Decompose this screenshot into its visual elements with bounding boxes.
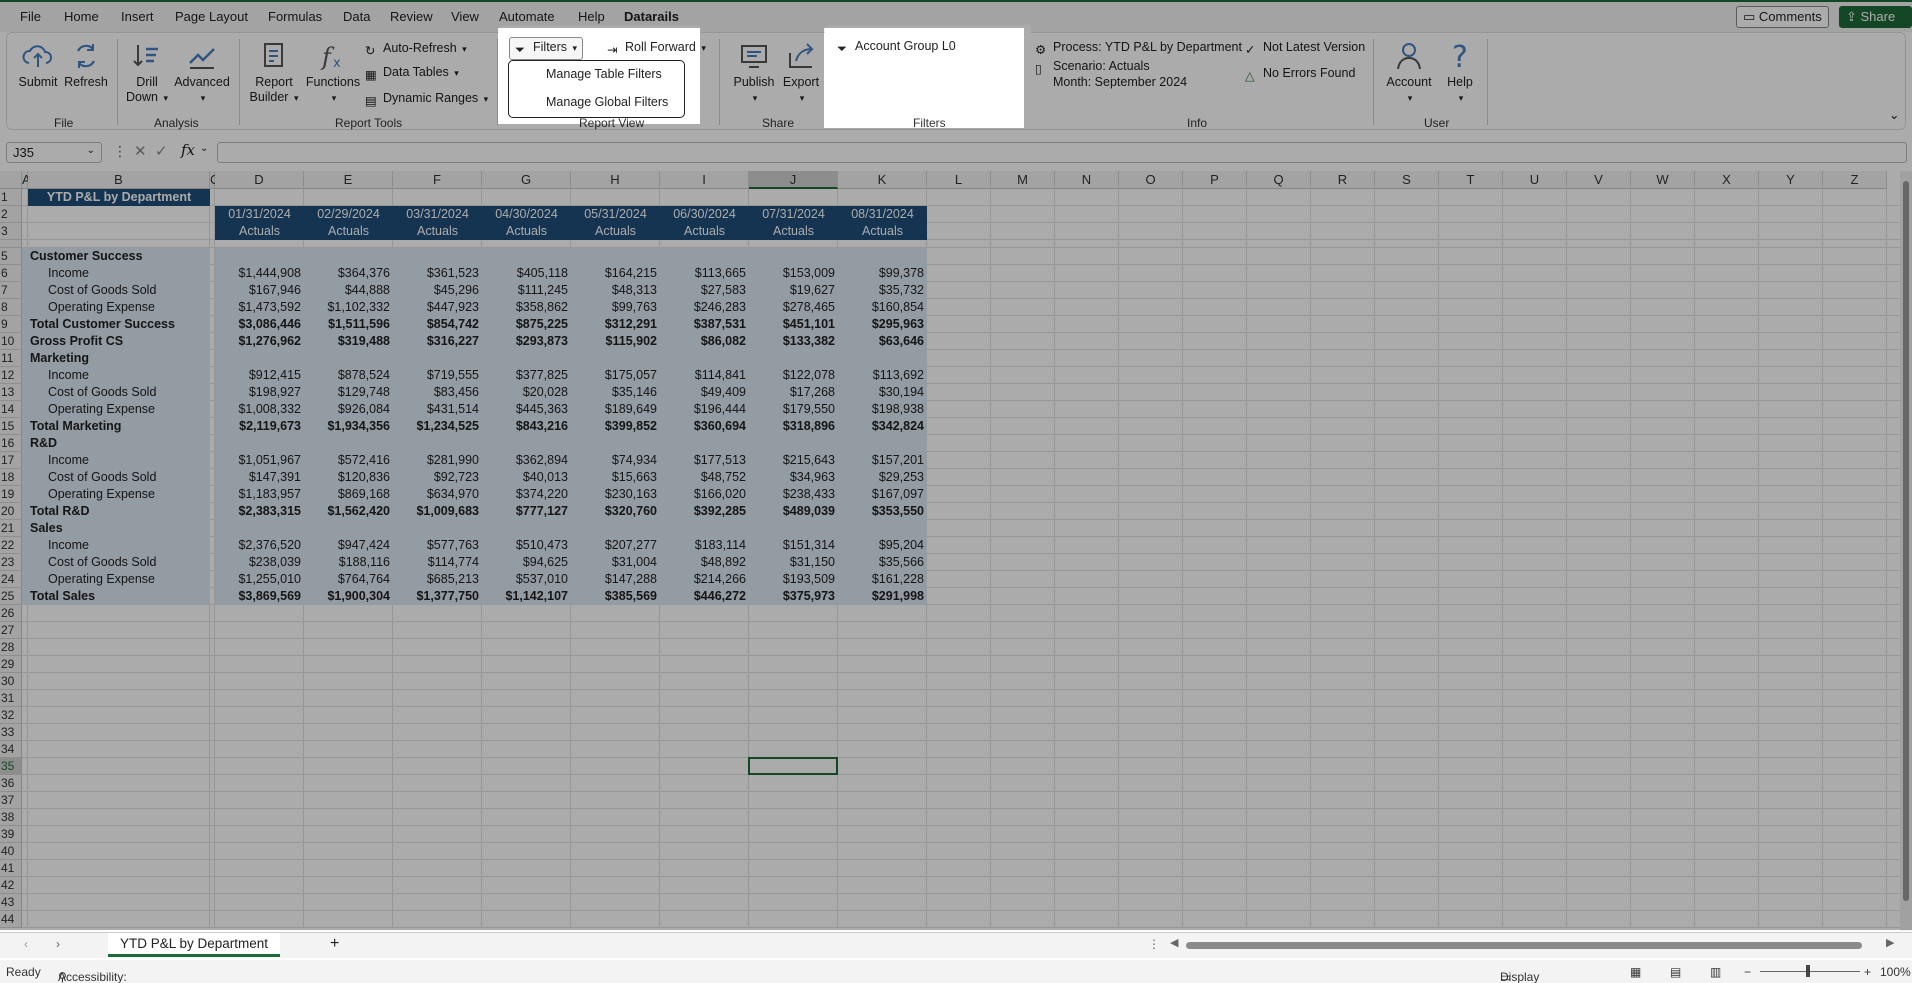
zoom-slider[interactable] bbox=[1760, 971, 1860, 972]
add-sheet-button[interactable]: + bbox=[330, 935, 339, 953]
roll-forward-icon: ⇥ bbox=[607, 43, 618, 57]
zoom-level[interactable]: 100% bbox=[1880, 965, 1911, 979]
more-sheets-icon[interactable]: ⋮ bbox=[1148, 937, 1160, 951]
sheet-tab-bar: ‹ › YTD P&L by Department + ⋮ ◀ ▶ bbox=[0, 932, 1912, 958]
sheet-tab-ytd[interactable]: YTD P&L by Department bbox=[108, 933, 281, 957]
filter-icon: ⏷ bbox=[515, 43, 526, 57]
horizontal-scrollbar-thumb[interactable] bbox=[1186, 942, 1862, 949]
ready-status: Ready bbox=[6, 965, 41, 979]
filters-dropdown-menu: Manage Table Filters Manage Global Filte… bbox=[508, 60, 685, 118]
dim-overlay bbox=[824, 0, 1024, 28]
page-layout-view-icon[interactable]: ▤ bbox=[1670, 965, 1681, 979]
dim-overlay bbox=[0, 0, 498, 930]
page-break-view-icon[interactable]: ▥ bbox=[1710, 965, 1721, 979]
dim-overlay bbox=[824, 128, 1024, 930]
zoom-slider-thumb[interactable] bbox=[1806, 965, 1810, 977]
manage-global-filters-item[interactable]: Manage Global Filters bbox=[546, 95, 668, 109]
dim-overlay bbox=[498, 124, 700, 930]
filters-button[interactable]: ⏷ Filters ▾ bbox=[509, 37, 584, 60]
zoom-in-icon[interactable]: + bbox=[1864, 965, 1871, 979]
dim-overlay bbox=[1024, 0, 1912, 930]
scroll-right-icon[interactable]: › bbox=[56, 937, 60, 951]
account-group-filter[interactable]: ⏷ Account Group L0 bbox=[837, 39, 956, 56]
status-bar: Ready ⚲ Accessibility: Good to go ▭ Disp… bbox=[0, 960, 1912, 983]
manage-table-filters-item[interactable]: Manage Table Filters bbox=[546, 67, 662, 81]
scroll-right-arrow-icon[interactable]: ▶ bbox=[1886, 936, 1894, 949]
filter-icon: ⏷ bbox=[837, 42, 848, 56]
zoom-out-icon[interactable]: − bbox=[1744, 965, 1751, 979]
scroll-left-arrow-icon[interactable]: ◀ bbox=[1170, 936, 1178, 949]
roll-forward-button[interactable]: ⇥ Roll Forward ▾ bbox=[607, 40, 706, 57]
scroll-left-icon[interactable]: ‹ bbox=[24, 937, 28, 951]
dim-overlay bbox=[700, 0, 824, 930]
normal-view-icon[interactable]: ▦ bbox=[1630, 965, 1641, 979]
dim-overlay bbox=[498, 0, 700, 28]
